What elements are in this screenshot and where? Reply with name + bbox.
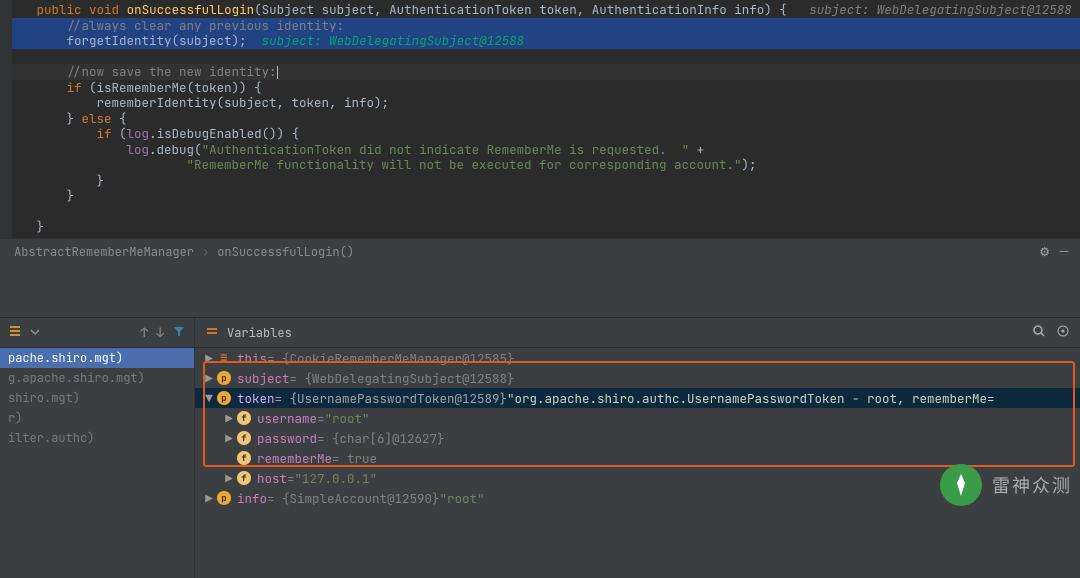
code-line-current: //now save the new identity: (0, 64, 1080, 80)
arrow-up-icon[interactable]: ↑ (140, 324, 148, 341)
code-line: } (0, 188, 1080, 204)
variables-panel: Variables ▶ ≡ this = {CookieRememberMeMa… (195, 318, 1080, 578)
code-line: } (0, 173, 1080, 189)
dropdown-icon[interactable] (30, 324, 40, 341)
code-line: } (0, 219, 1080, 235)
frames-list[interactable]: pache.shiro.mgt) g.apache.shiro.mgt) shi… (0, 348, 194, 578)
code-line (0, 49, 1080, 65)
variable-password[interactable]: ▶ f password = {char[6]@12627} (195, 428, 1080, 448)
arrow-down-icon[interactable]: ↓ (156, 324, 164, 341)
code-line-exec: forgetIdentity(subject); subject: WebDel… (0, 33, 1080, 49)
frame-item[interactable]: shiro.mgt) (0, 388, 194, 408)
frame-item[interactable]: g.apache.shiro.mgt) (0, 368, 194, 388)
watermark-logo-icon (940, 464, 982, 506)
expand-icon[interactable]: ▶ (203, 350, 215, 367)
stack-icon[interactable] (8, 324, 22, 342)
expand-icon[interactable]: ▶ (223, 470, 235, 487)
frames-toolbar: ↑ ↓ (0, 318, 194, 348)
variable-token[interactable]: ▼ p token = {UsernamePasswordToken@12589… (195, 388, 1080, 408)
frames-panel: ↑ ↓ pache.shiro.mgt) g.apache.shiro.mgt)… (0, 318, 195, 578)
variable-subject[interactable]: ▶ p subject = {WebDelegatingSubject@1258… (195, 368, 1080, 388)
code-line: //always clear any previous identity: (0, 18, 1080, 34)
debug-toolbar-area (0, 264, 1080, 318)
expand-icon[interactable]: ▶ (203, 490, 215, 507)
expand-icon[interactable]: ▶ (223, 410, 235, 427)
code-editor[interactable]: public void onSuccessfulLogin(Subject su… (0, 0, 1080, 238)
collapse-icon[interactable]: ▼ (203, 390, 215, 407)
frame-item[interactable]: ilter.authc) (0, 428, 194, 448)
code-line: if (isRememberMe(token)) { (0, 80, 1080, 96)
variables-icon (205, 324, 219, 342)
field-icon: f (237, 451, 251, 465)
breadcrumb-class[interactable]: AbstractRememberMeManager (14, 244, 194, 260)
field-icon: f (237, 431, 251, 445)
code-line: log.debug("AuthenticationToken did not i… (0, 142, 1080, 158)
breadcrumb-method[interactable]: onSuccessfulLogin() (217, 244, 354, 260)
param-icon: p (217, 491, 231, 505)
watermark-text: 雷神众测 (992, 472, 1072, 498)
expand-icon[interactable]: ▶ (223, 430, 235, 447)
gear-icon[interactable]: ⚙ (1039, 244, 1050, 260)
variable-this[interactable]: ▶ ≡ this = {CookieRememberMeManager@1258… (195, 348, 1080, 368)
filter-icon[interactable] (172, 324, 186, 342)
minimize-icon[interactable]: － (1058, 243, 1070, 260)
code-line: public void onSuccessfulLogin(Subject su… (0, 2, 1080, 18)
variables-title: Variables (227, 325, 292, 341)
target-icon[interactable] (1056, 324, 1070, 342)
variables-body[interactable]: ▶ ≡ this = {CookieRememberMeManager@1258… (195, 348, 1080, 578)
value-icon: ≡ (217, 351, 231, 365)
debug-panel: ↑ ↓ pache.shiro.mgt) g.apache.shiro.mgt)… (0, 318, 1080, 578)
variable-username[interactable]: ▶ f username = "root" (195, 408, 1080, 428)
breadcrumb-sep: › (202, 244, 209, 260)
search-icon[interactable] (1032, 324, 1046, 342)
code-line: } else { (0, 111, 1080, 127)
param-icon: p (217, 391, 231, 405)
expand-icon[interactable]: ▶ (203, 370, 215, 387)
param-icon: p (217, 371, 231, 385)
breadcrumb: AbstractRememberMeManager › onSuccessful… (0, 238, 1080, 264)
field-icon: f (237, 471, 251, 485)
code-line: rememberIdentity(subject, token, info); (0, 95, 1080, 111)
field-icon: f (237, 411, 251, 425)
code-line (0, 204, 1080, 220)
frame-item[interactable]: r) (0, 408, 194, 428)
code-line: if (log.isDebugEnabled()) { (0, 126, 1080, 142)
editor-gutter (0, 0, 12, 238)
frame-item[interactable]: pache.shiro.mgt) (0, 348, 194, 368)
variables-header: Variables (195, 318, 1080, 348)
code-line: "RememberMe functionality will not be ex… (0, 157, 1080, 173)
watermark: 雷神众测 (940, 464, 1072, 506)
